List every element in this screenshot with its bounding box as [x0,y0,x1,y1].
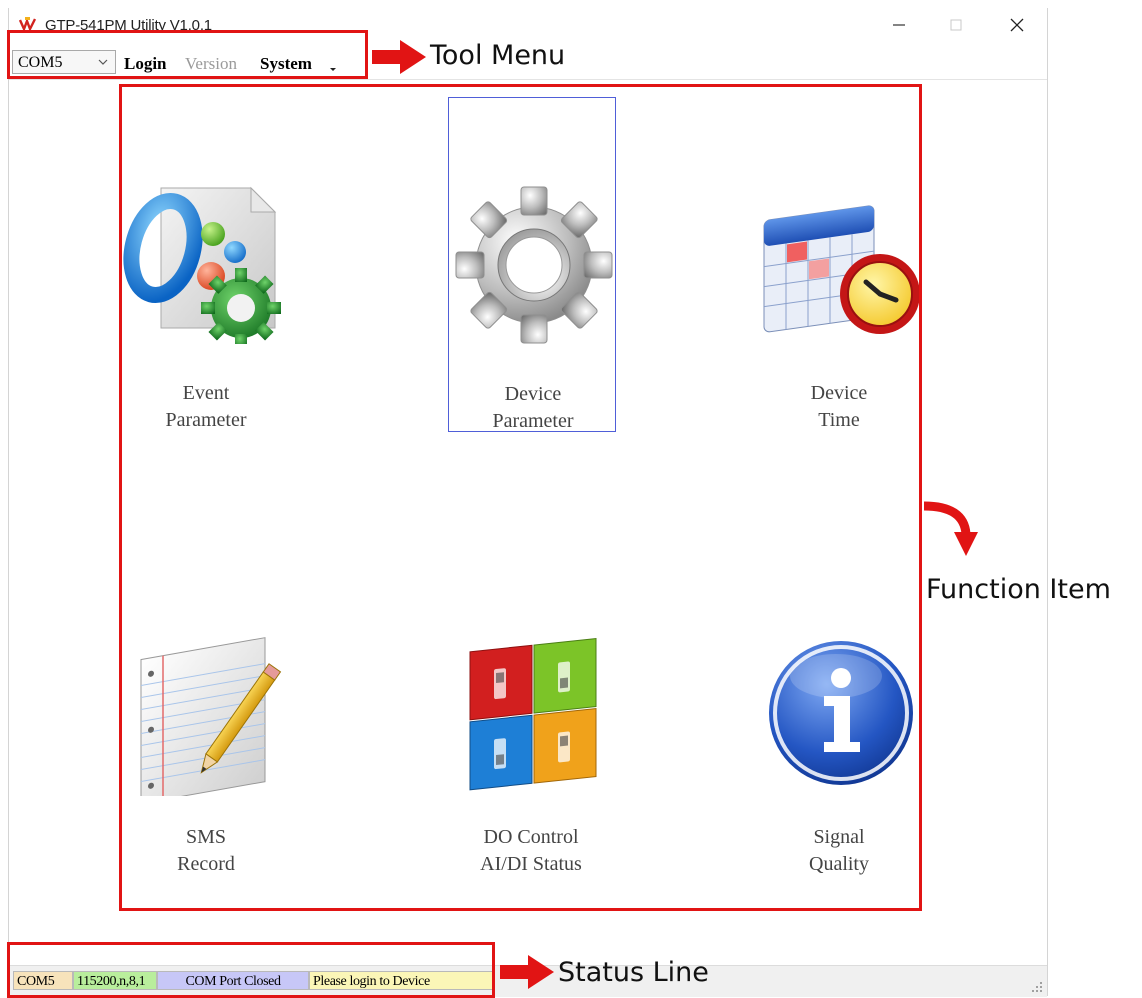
close-button[interactable] [997,12,1037,38]
tool-menu-annotation: Tool Menu [430,40,566,71]
function-item-arrow-icon [923,501,978,556]
function-item-annotation: Function Item [926,574,1111,605]
maximize-icon [950,19,962,31]
minimize-button[interactable] [879,12,919,38]
status-line-arrow-icon [500,955,554,989]
status-line-highlight [7,942,495,998]
status-line-annotation: Status Line [558,957,709,988]
tool-menu-arrow-icon [372,40,426,74]
tool-menu-highlight [7,30,368,79]
maximize-button[interactable] [936,12,976,38]
minimize-icon [893,24,905,26]
close-icon [1010,18,1024,32]
function-item-highlight [119,84,922,911]
resize-grip-icon[interactable] [1031,981,1043,993]
